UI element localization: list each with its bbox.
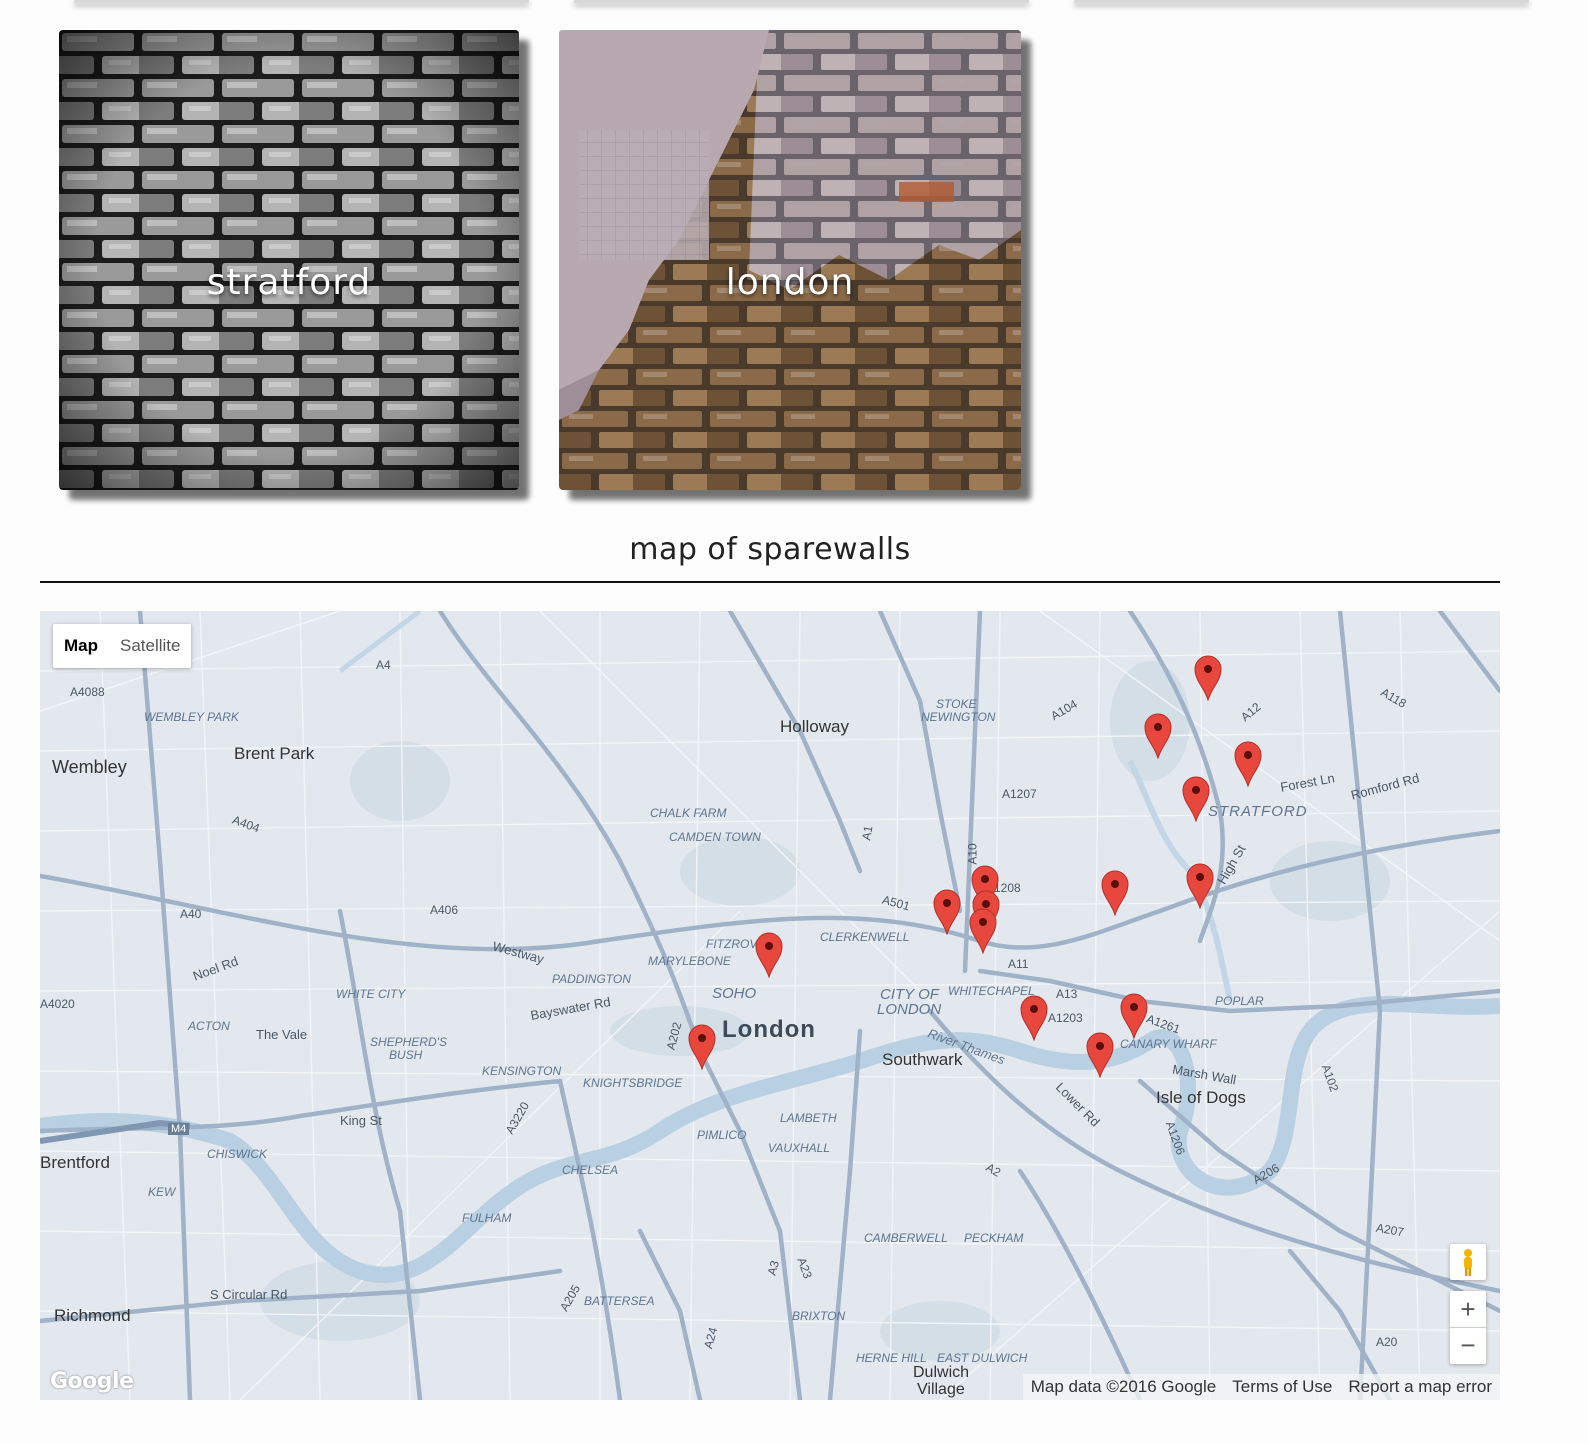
district-label: SOHO: [712, 985, 757, 1002]
place-label-london: London: [722, 1016, 816, 1043]
road-label: A13: [1056, 987, 1078, 1001]
district-label: WEMBLEY PARK: [144, 710, 239, 724]
road-label: A1203: [1048, 1011, 1083, 1025]
road-label: A40: [180, 907, 202, 921]
terms-of-use-link[interactable]: Terms of Use: [1232, 1374, 1332, 1400]
district-label: LAMBETH: [780, 1111, 837, 1125]
place-label: Dulwich: [913, 1364, 970, 1381]
district-label: CHELSEA: [562, 1163, 619, 1177]
district-label: STOKE: [936, 697, 977, 711]
district-label: PIMLICO: [697, 1128, 747, 1142]
road-label: S Circular Rd: [210, 1287, 288, 1302]
district-label: KNIGHTSBRIDGE: [583, 1076, 683, 1090]
map-marker-icon[interactable]: [969, 908, 997, 955]
map-marker-icon[interactable]: [1144, 713, 1172, 760]
district-label: CHALK FARM: [650, 806, 727, 820]
previous-row-card-edge: [1074, 0, 1529, 3]
district-label: HERNE HILL: [856, 1351, 927, 1365]
card-label: london: [725, 262, 855, 303]
map-marker-icon[interactable]: [1194, 655, 1222, 702]
map-marker-icon[interactable]: [1101, 870, 1129, 917]
street-view-pegman-icon[interactable]: [1450, 1244, 1486, 1280]
map-marker-icon[interactable]: [1234, 741, 1262, 788]
road-label: The Vale: [256, 1027, 308, 1042]
district-label: LONDON: [877, 1001, 942, 1018]
map-marker-icon[interactable]: [1020, 995, 1048, 1042]
zoom-out-button[interactable]: −: [1450, 1328, 1486, 1364]
card-label: stratford: [206, 262, 372, 303]
district-label: STRATFORD: [1208, 803, 1308, 820]
road-label: A4: [376, 658, 391, 672]
district-label: CAMBERWELL: [864, 1231, 948, 1245]
district-label: BUSH: [389, 1048, 423, 1062]
district-label: CHISWICK: [207, 1147, 267, 1161]
district-label: NEWINGTON: [921, 710, 996, 724]
map-attribution: Map data ©2016 Google Terms of Use Repor…: [1022, 1374, 1500, 1400]
map-marker-icon[interactable]: [1086, 1032, 1114, 1079]
district-label: BRIXTON: [792, 1309, 846, 1323]
place-label: Village: [917, 1381, 965, 1398]
place-label: Isle of Dogs: [1156, 1088, 1246, 1107]
zoom-in-button[interactable]: +: [1450, 1291, 1486, 1328]
road-label: A10: [965, 843, 980, 865]
report-map-error-link[interactable]: Report a map error: [1348, 1374, 1492, 1400]
road-label: A1207: [1002, 787, 1037, 801]
map-marker-icon[interactable]: [1186, 863, 1214, 910]
district-label: FULHAM: [462, 1211, 512, 1225]
road-label: A4088: [70, 685, 105, 699]
wall-card-london[interactable]: london: [559, 30, 1021, 490]
brick-wall-image: [59, 30, 519, 490]
district-label: WHITE CITY: [336, 987, 406, 1001]
road-label: A11: [1008, 957, 1029, 971]
district-label: CAMDEN TOWN: [669, 830, 761, 844]
google-logo: Google: [50, 1369, 134, 1394]
place-label: Southwark: [882, 1050, 963, 1069]
map-marker-icon[interactable]: [755, 932, 783, 979]
district-label: VAUXHALL: [768, 1141, 831, 1155]
road-label: A20: [1376, 1335, 1398, 1349]
district-label: PECKHAM: [964, 1231, 1024, 1245]
map-type-control: Map Satellite: [53, 624, 192, 668]
district-label: SHEPHERD'S: [370, 1035, 447, 1049]
place-label: Richmond: [54, 1306, 131, 1325]
place-label: Holloway: [780, 717, 849, 736]
district-label: KEW: [148, 1185, 176, 1199]
map-marker-icon[interactable]: [933, 889, 961, 936]
road-label: A406: [430, 903, 459, 917]
section-divider: [40, 581, 1500, 583]
sparewalls-map[interactable]: London Holloway Wembley Brent Park South…: [40, 611, 1500, 1400]
previous-row-card-edge: [74, 0, 529, 3]
district-label: KENSINGTON: [482, 1064, 562, 1078]
road-label: A1: [859, 824, 876, 842]
district-label: CANARY WHARF: [1120, 1037, 1217, 1051]
road-label: A4020: [40, 997, 75, 1011]
place-label: Wembley: [52, 757, 127, 777]
map-marker-icon[interactable]: [1182, 776, 1210, 823]
previous-row-card-edge: [574, 0, 1029, 3]
road-label: M4: [168, 1123, 190, 1135]
district-label: EAST DULWICH: [937, 1351, 1028, 1365]
district-label: POPLAR: [1215, 994, 1264, 1008]
district-label: CLERKENWELL: [820, 930, 910, 944]
district-label: BATTERSEA: [584, 1294, 655, 1308]
place-label: Brentford: [40, 1153, 110, 1172]
map-canvas[interactable]: [40, 611, 1500, 1400]
district-label: ACTON: [188, 1019, 230, 1033]
map-data-credit: Map data ©2016 Google: [1030, 1377, 1217, 1396]
wall-card-stratford[interactable]: stratford: [59, 30, 519, 490]
brick-wall-image: [559, 30, 1021, 490]
map-type-satellite-button[interactable]: Satellite: [109, 624, 191, 668]
road-label: King St: [340, 1113, 382, 1128]
place-label: Brent Park: [234, 744, 315, 763]
section-title: map of sparewalls: [629, 532, 911, 567]
map-marker-icon[interactable]: [688, 1024, 716, 1071]
district-label: PADDINGTON: [552, 972, 631, 986]
map-marker-icon[interactable]: [1120, 993, 1148, 1040]
district-label: MARYLEBONE: [648, 954, 731, 968]
map-type-map-button[interactable]: Map: [53, 624, 109, 668]
